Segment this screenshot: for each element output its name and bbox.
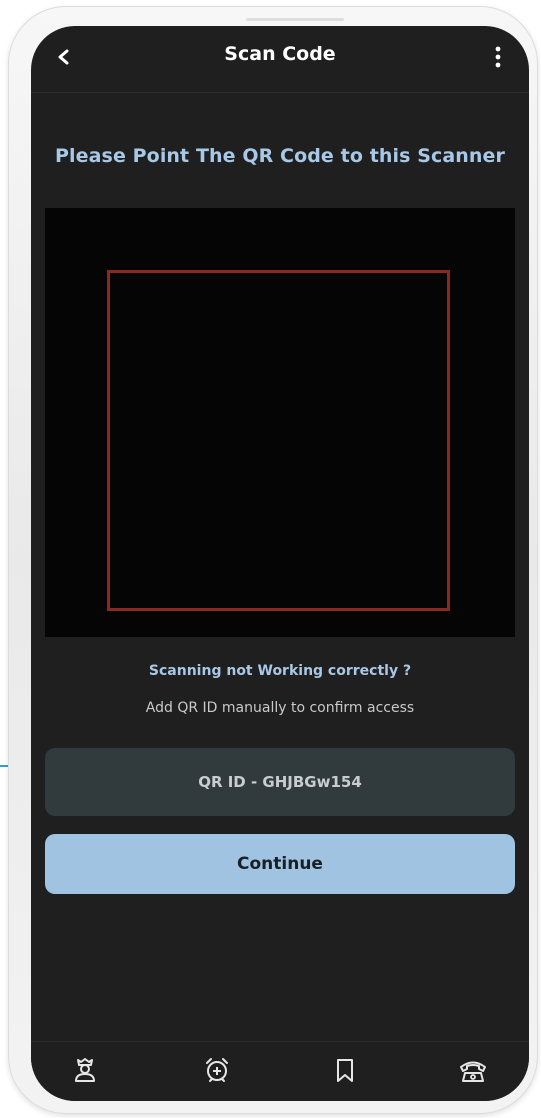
help-subtitle: Add QR ID manually to confirm access xyxy=(145,700,415,716)
more-vertical-icon xyxy=(495,46,501,68)
camera-viewfinder xyxy=(45,208,515,637)
back-button[interactable] xyxy=(49,40,79,74)
alarm-add-icon xyxy=(206,1058,228,1082)
scan-target-frame xyxy=(107,270,450,611)
continue-button[interactable]: Continue xyxy=(45,834,515,894)
guard-icon xyxy=(75,1058,95,1082)
nav-alarm[interactable] xyxy=(199,1052,235,1088)
qr-id-input[interactable] xyxy=(45,748,515,816)
chevron-left-icon xyxy=(58,49,69,65)
stage: Scan Code Please Point The QR Code to th… xyxy=(0,0,541,1118)
help-title: Scanning not Working correctly ? xyxy=(148,663,412,679)
app-bar: Scan Code xyxy=(31,26,529,93)
scan-instruction: Please Point The QR Code to this Scanner xyxy=(54,145,506,167)
bookmark-icon xyxy=(337,1059,353,1082)
app-screen: Scan Code Please Point The QR Code to th… xyxy=(31,26,529,1101)
page-title: Scan Code xyxy=(224,43,336,65)
nav-phone[interactable] xyxy=(455,1052,491,1088)
nav-guard[interactable] xyxy=(67,1052,103,1088)
more-options-button[interactable] xyxy=(485,40,511,74)
bottom-nav xyxy=(31,1041,529,1101)
speaker-bar xyxy=(246,18,344,21)
nav-bookmark[interactable] xyxy=(327,1052,363,1088)
phone-icon xyxy=(460,1061,486,1082)
